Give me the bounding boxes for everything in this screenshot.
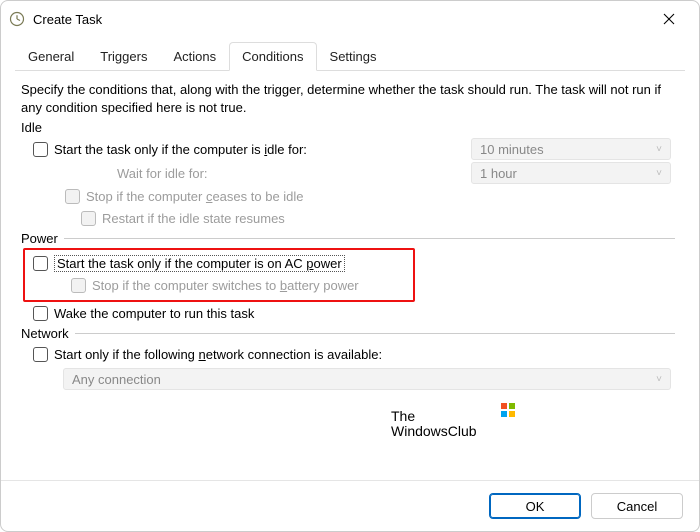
divider: [75, 333, 675, 334]
label-stop-if-ceases: Stop if the computer ceases to be idle: [86, 189, 304, 204]
combo-network-value: Any connection: [72, 372, 161, 387]
row-wait-for-idle: Wait for idle for: 1 hour ˅: [21, 161, 675, 185]
combo-wait-for-idle[interactable]: 1 hour ˅: [471, 162, 671, 184]
label-stop-on-battery: Stop if the computer switches to battery…: [92, 278, 359, 293]
chevron-down-icon: ˅: [656, 374, 662, 385]
create-task-window: Create Task General Triggers Actions Con…: [0, 0, 700, 532]
close-button[interactable]: [647, 1, 691, 37]
checkbox-start-on-ac[interactable]: [33, 256, 48, 271]
section-network-header: Network: [21, 326, 675, 341]
section-idle-title: Idle: [21, 120, 42, 135]
checkbox-start-only-idle[interactable]: [33, 142, 48, 157]
watermark-line2: WindowsClub: [391, 424, 477, 439]
tab-general[interactable]: General: [15, 42, 87, 71]
row-stop-if-ceases: Stop if the computer ceases to be idle: [21, 185, 675, 207]
content-area: General Triggers Actions Conditions Sett…: [1, 37, 699, 480]
watermark: The WindowsClub: [391, 409, 477, 440]
intro-text: Specify the conditions that, along with …: [21, 81, 675, 116]
section-network-title: Network: [21, 326, 69, 341]
clock-icon: [9, 11, 25, 27]
label-start-if-network: Start only if the following network conn…: [54, 347, 382, 362]
checkbox-stop-if-ceases: [65, 189, 80, 204]
conditions-panel: Specify the conditions that, along with …: [15, 71, 685, 395]
combo-wait-for-idle-value: 1 hour: [480, 166, 517, 181]
label-wait-for-idle: Wait for idle for:: [117, 166, 208, 181]
section-power-header: Power: [21, 231, 675, 246]
footer: OK Cancel: [1, 480, 699, 531]
window-title: Create Task: [33, 12, 102, 27]
label-restart-if-resumes: Restart if the idle state resumes: [102, 211, 285, 226]
highlight-box: Start the task only if the computer is o…: [23, 248, 415, 302]
row-start-if-network: Start only if the following network conn…: [21, 343, 675, 365]
cancel-button[interactable]: Cancel: [591, 493, 683, 519]
label-wake-to-run: Wake the computer to run this task: [54, 306, 254, 321]
row-restart-if-resumes: Restart if the idle state resumes: [21, 207, 675, 229]
section-power-title: Power: [21, 231, 58, 246]
row-wake-to-run: Wake the computer to run this task: [21, 302, 675, 324]
checkbox-wake-to-run[interactable]: [33, 306, 48, 321]
row-stop-on-battery: Stop if the computer switches to battery…: [27, 274, 411, 296]
row-network-combo: Any connection ˅: [21, 367, 675, 391]
combo-network-connection[interactable]: Any connection ˅: [63, 368, 671, 390]
chevron-down-icon: ˅: [656, 168, 662, 179]
titlebar: Create Task: [1, 1, 699, 37]
windows-logo-icon: [501, 403, 515, 417]
divider: [64, 238, 675, 239]
tab-conditions[interactable]: Conditions: [229, 42, 316, 71]
tab-triggers[interactable]: Triggers: [87, 42, 160, 71]
checkbox-restart-if-resumes: [81, 211, 96, 226]
row-start-only-idle: Start the task only if the computer is i…: [21, 137, 675, 161]
combo-idle-duration-value: 10 minutes: [480, 142, 544, 157]
checkbox-start-if-network[interactable]: [33, 347, 48, 362]
tab-settings[interactable]: Settings: [317, 42, 390, 71]
chevron-down-icon: ˅: [656, 144, 662, 155]
checkbox-stop-on-battery: [71, 278, 86, 293]
label-start-only-idle: Start the task only if the computer is i…: [54, 142, 307, 157]
tabs: General Triggers Actions Conditions Sett…: [15, 41, 685, 71]
label-start-on-ac: Start the task only if the computer is o…: [54, 255, 345, 272]
ok-button[interactable]: OK: [489, 493, 581, 519]
row-start-on-ac: Start the task only if the computer is o…: [27, 252, 411, 274]
watermark-line1: The: [391, 409, 477, 424]
combo-idle-duration[interactable]: 10 minutes ˅: [471, 138, 671, 160]
section-idle-header: Idle: [21, 120, 675, 135]
tab-actions[interactable]: Actions: [160, 42, 229, 71]
